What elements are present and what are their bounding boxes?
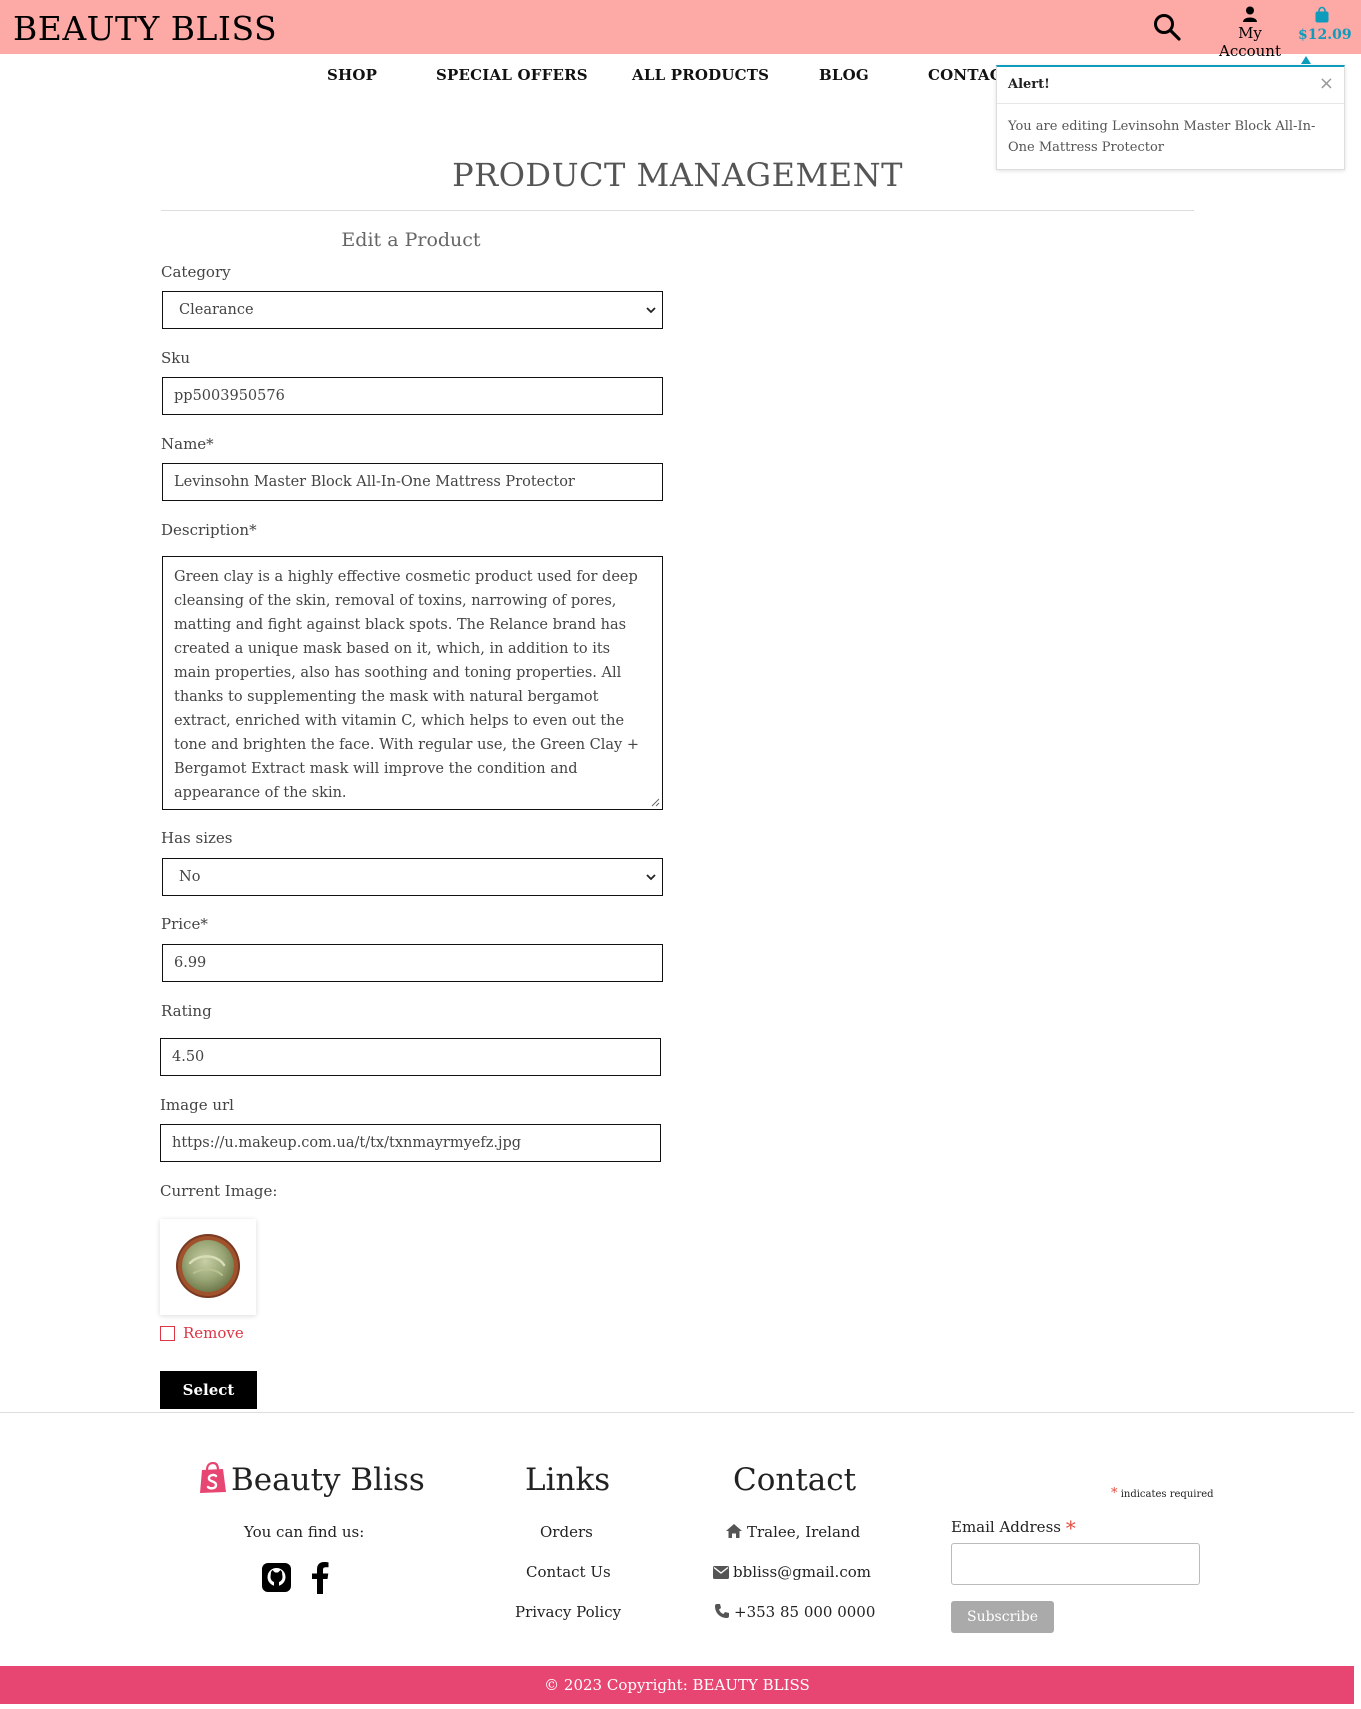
envelope-icon xyxy=(713,1566,729,1579)
remove-checkbox[interactable] xyxy=(160,1326,175,1341)
rating-input[interactable]: 4.50 xyxy=(160,1038,661,1076)
category-selected-value: Clearance xyxy=(179,302,254,318)
top-header: BEAUTY BLISS My Account $12.09 xyxy=(0,0,1361,60)
contact-email-text[interactable]: bbliss@gmail.com xyxy=(733,1563,871,1581)
has-sizes-label: Has sizes xyxy=(161,829,233,847)
shopify-icon xyxy=(200,1462,226,1493)
brand-logo[interactable]: BEAUTY BLISS xyxy=(13,9,277,48)
image-url-label: Image url xyxy=(160,1096,234,1114)
footer-link-orders[interactable]: Orders xyxy=(540,1523,593,1541)
newsletter-email-input[interactable] xyxy=(951,1543,1200,1585)
chevron-down-icon xyxy=(646,874,656,881)
has-sizes-select[interactable]: No xyxy=(162,858,663,896)
facebook-icon[interactable] xyxy=(311,1561,329,1594)
footer-link-contact-us[interactable]: Contact Us xyxy=(526,1563,611,1581)
price-label: Price* xyxy=(161,915,208,933)
my-account-label: My Account xyxy=(1218,24,1281,60)
nav-all-products[interactable]: ALL PRODUCTS xyxy=(632,66,769,84)
sku-label: Sku xyxy=(161,349,191,367)
contact-phone: +353 85 000 0000 xyxy=(714,1603,875,1621)
description-label: Description* xyxy=(161,521,257,539)
page-title: PRODUCT MANAGEMENT xyxy=(452,156,903,194)
sku-input[interactable]: pp5003950576 xyxy=(162,377,663,415)
name-input[interactable]: Levinsohn Master Block All-In-One Mattre… xyxy=(162,463,663,501)
description-text: Green clay is a highly effective cosmeti… xyxy=(174,569,639,801)
user-icon xyxy=(1243,6,1257,22)
alert-divider xyxy=(997,103,1344,104)
form-heading: Edit a Product xyxy=(341,229,481,251)
footer-brand: Beauty Bliss xyxy=(231,1462,425,1498)
nav-blog[interactable]: BLOG xyxy=(819,66,869,84)
chevron-down-icon xyxy=(646,307,656,314)
github-icon[interactable] xyxy=(262,1563,291,1592)
required-note-text: indicates required xyxy=(1120,1489,1214,1500)
resize-handle-icon[interactable] xyxy=(651,798,660,807)
nav-special-offers[interactable]: SPECIAL OFFERS xyxy=(436,66,588,84)
contact-heading: Contact xyxy=(733,1462,857,1498)
price-input[interactable]: 6.99 xyxy=(162,944,663,982)
email-address-label-text: Email Address xyxy=(951,1518,1061,1536)
contact-email: bbliss@gmail.com xyxy=(713,1563,871,1581)
home-icon xyxy=(726,1524,742,1538)
nav-shop[interactable]: SHOP xyxy=(327,66,377,84)
title-divider xyxy=(161,210,1194,211)
category-label: Category xyxy=(161,263,231,281)
close-icon[interactable]: × xyxy=(1319,73,1334,94)
search-icon[interactable] xyxy=(1152,12,1182,42)
shopping-bag-icon xyxy=(1315,6,1329,23)
email-address-label: Email Address * xyxy=(951,1516,1076,1540)
alert-message: You are editing Levinsohn Master Block A… xyxy=(1008,119,1316,155)
remove-label: Remove xyxy=(183,1324,244,1342)
current-image-label: Current Image: xyxy=(160,1182,278,1200)
contact-address-text: Tralee, Ireland xyxy=(747,1523,861,1541)
phone-icon xyxy=(715,1604,729,1618)
category-select[interactable]: Clearance xyxy=(162,291,663,329)
image-url-input[interactable]: https://u.makeup.com.ua/t/tx/txnmayrmyef… xyxy=(160,1124,661,1162)
green-clay-jar-image xyxy=(176,1234,240,1298)
current-product-image xyxy=(160,1219,256,1315)
links-heading: Links xyxy=(525,1462,611,1498)
find-us-text: You can find us: xyxy=(244,1523,365,1541)
footer-divider xyxy=(0,1412,1354,1413)
copyright-bar: © 2023 Copyright: BEAUTY BLISS xyxy=(0,1666,1354,1704)
shopping-bag-link[interactable]: $12.09 xyxy=(1298,6,1352,43)
name-label: Name* xyxy=(161,435,214,453)
subscribe-button[interactable]: Subscribe xyxy=(951,1601,1054,1633)
contact-address: Tralee, Ireland xyxy=(725,1523,860,1541)
rating-label: Rating xyxy=(161,1002,212,1020)
contact-phone-text[interactable]: +353 85 000 0000 xyxy=(734,1603,875,1621)
alert-caret xyxy=(1301,56,1311,64)
alert-toast: Alert! × You are editing Levinsohn Maste… xyxy=(996,65,1345,170)
required-note: * indicates required xyxy=(1111,1486,1214,1501)
footer-link-privacy-policy[interactable]: Privacy Policy xyxy=(515,1603,621,1621)
select-image-button[interactable]: Select Image xyxy=(160,1371,257,1437)
alert-title: Alert! xyxy=(1008,77,1050,92)
has-sizes-selected-value: No xyxy=(179,869,201,885)
my-account-link[interactable]: My Account xyxy=(1206,6,1294,60)
description-textarea[interactable]: Green clay is a highly effective cosmeti… xyxy=(162,556,663,810)
bag-total: $12.09 xyxy=(1298,27,1352,43)
